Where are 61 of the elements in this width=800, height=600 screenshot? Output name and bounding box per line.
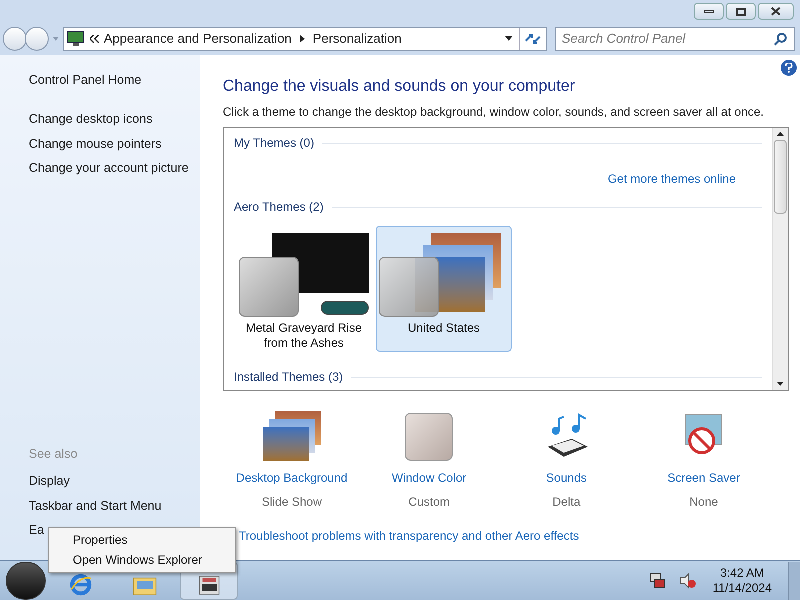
setting-link[interactable]: Window Color [392, 469, 467, 487]
sidebar-link[interactable]: Display [29, 472, 70, 490]
address-bar[interactable]: Appearance and Personalization Personalization [63, 26, 547, 50]
setting-link[interactable]: Screen Saver [668, 469, 740, 487]
muted-speaker-icon [678, 572, 697, 590]
scroll-up-icon [777, 132, 784, 136]
menu-item[interactable]: Properties [49, 530, 235, 550]
breadcrumb-arrow-icon [300, 34, 305, 42]
scrollbar-thumb[interactable] [774, 140, 787, 214]
clock-time[interactable]: 3:42 AM [720, 566, 764, 580]
forward-button[interactable] [25, 26, 49, 50]
setting-value: None [690, 494, 718, 511]
see-also-heading: See also [29, 446, 79, 463]
chevron-icon [90, 34, 99, 42]
minimize-icon [704, 10, 714, 13]
menu-item[interactable]: Open Windows Explorer [49, 550, 235, 570]
monitor-icon [67, 30, 85, 46]
theme-group-heading: My Themes (0) [234, 135, 314, 152]
dropdown-caret-icon [505, 36, 513, 41]
scroll-down-icon [777, 382, 784, 386]
back-button[interactable] [3, 26, 27, 50]
sidebar-link[interactable]: Change mouse pointers [29, 134, 200, 154]
setting-value: Delta [552, 494, 581, 511]
breadcrumb[interactable]: Personalization [312, 28, 402, 48]
sidebar-link[interactable]: Taskbar and Start Menu [29, 496, 162, 516]
theme-group-heading: Aero Themes (2) [234, 199, 324, 216]
setting-value: Custom [408, 494, 450, 511]
maximize-button[interactable] [726, 3, 756, 20]
search-input[interactable]: Search Control Panel [562, 28, 774, 48]
page-description: Click a theme to change the desktop background, window color, sounds, and screen saver all at once. [223, 104, 765, 121]
setting-link[interactable]: Sounds [546, 469, 587, 487]
help-icon [785, 63, 793, 73]
search-field[interactable]: Search Control Panel [555, 26, 795, 50]
more-themes-link[interactable]: Get more themes online [608, 170, 736, 188]
control-panel-icon [198, 574, 220, 596]
browser-e-icon [70, 574, 92, 596]
sidebar-link[interactable]: Change your account picture [29, 159, 200, 178]
sidebar-link[interactable]: Change desktop icons [29, 110, 200, 128]
theme-tile[interactable]: Metal Graveyard Rise from the Ashes [236, 226, 372, 352]
theme-tile[interactable]: United States [376, 226, 512, 352]
minimize-button[interactable] [694, 3, 724, 20]
troubleshoot-link[interactable]: Troubleshoot problems with transparency and other Aero effects [239, 527, 580, 545]
history-caret-icon [53, 36, 59, 40]
start-button[interactable] [6, 562, 46, 600]
clock-date[interactable]: 11/14/2024 [712, 580, 772, 596]
setting-link[interactable]: Desktop Background [236, 469, 348, 487]
color-swatch-icon [405, 413, 454, 461]
sidebar-link[interactable]: Ea [29, 521, 44, 540]
close-button[interactable] [758, 3, 794, 20]
search-icon [774, 32, 788, 46]
restore-icon [736, 8, 746, 16]
page-heading: Change the visuals and sounds on your computer [223, 77, 576, 97]
scrollbar[interactable] [772, 128, 788, 390]
sidebar-link[interactable]: Control Panel Home [29, 71, 200, 90]
photo-stack-icon [263, 411, 321, 461]
setting-value: Slide Show [262, 494, 322, 511]
breadcrumb[interactable]: Appearance and Personalization [104, 28, 292, 48]
close-icon [771, 7, 781, 16]
help-button[interactable] [781, 60, 797, 76]
theme-group-heading: Installed Themes (3) [234, 369, 344, 386]
network-icon [648, 572, 667, 590]
